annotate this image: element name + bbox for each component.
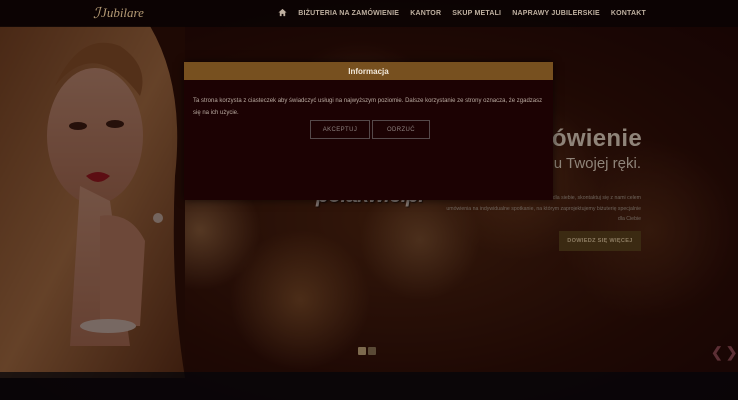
nav-home[interactable] <box>278 8 287 19</box>
top-navigation-bar: ℐ Jubilare BIŻUTERIA NA ZAMÓWIENIE KANTO… <box>0 0 738 27</box>
dialog-message: Ta strona korzysta z ciasteczek aby świa… <box>193 98 543 116</box>
slider-arrows: ❮ ❯ <box>711 344 737 361</box>
accept-cookies-button[interactable]: AKCEPTUJ <box>310 120 370 139</box>
slider-pagination <box>358 347 376 355</box>
slider-dot[interactable] <box>358 347 366 355</box>
logo-text: Jubilare <box>101 5 144 20</box>
home-icon <box>278 8 287 17</box>
logo-mark-icon: ℐ <box>93 5 101 22</box>
nav-item-skup-metali[interactable]: SKUP METALI <box>452 10 501 17</box>
learn-more-button[interactable]: DOWIEDZ SIĘ WIĘCEJ <box>559 231 641 251</box>
nav-item-naprawy[interactable]: NAPRAWY JUBILERSKIE <box>512 10 600 17</box>
site-logo[interactable]: ℐ Jubilare <box>93 4 144 22</box>
chevron-left-icon[interactable]: ❮ <box>711 344 723 361</box>
main-menu: BIŻUTERIA NA ZAMÓWIENIE KANTOR SKUP META… <box>278 0 646 27</box>
cookie-consent-dialog: Informacja Ta strona korzysta z ciastecz… <box>184 62 553 200</box>
nav-item-kontakt[interactable]: KONTAKT <box>611 10 646 17</box>
reject-cookies-button[interactable]: ODRZUĆ <box>372 120 430 139</box>
nav-item-kantor[interactable]: KANTOR <box>410 10 441 17</box>
hero-headline: ówienie <box>551 125 642 152</box>
slider-dot[interactable] <box>368 347 376 355</box>
dialog-button-row: AKCEPTUJ ODRZUĆ <box>310 120 430 139</box>
nav-item-bizuteria[interactable]: BIŻUTERIA NA ZAMÓWIENIE <box>298 10 399 17</box>
dialog-title: Informacja <box>184 62 553 80</box>
chevron-right-icon[interactable]: ❯ <box>726 344 738 361</box>
footer-bar <box>0 372 738 400</box>
hero-subline: ju Twojej ręki. <box>550 155 641 172</box>
